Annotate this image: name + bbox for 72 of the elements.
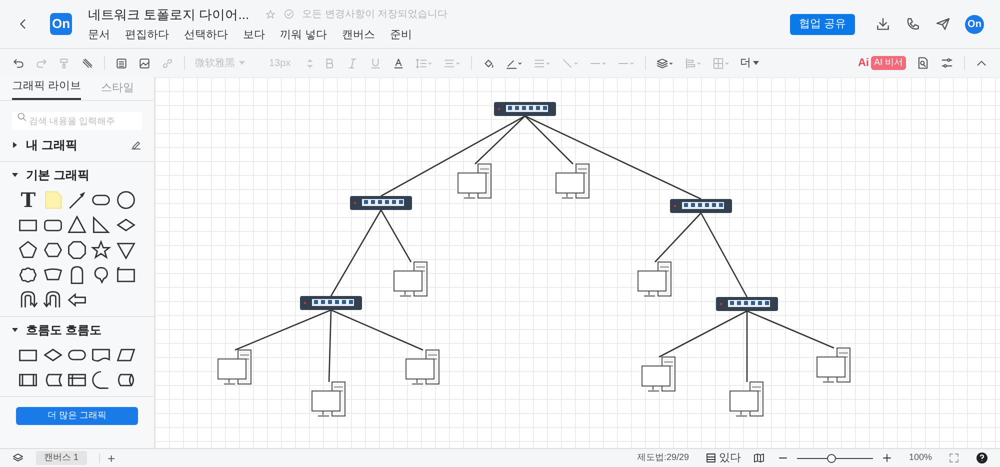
add-page-button[interactable]: +	[108, 452, 116, 464]
computer-icon	[730, 382, 764, 416]
drawing-count: 제도법:29/29	[636, 451, 689, 464]
zoom-in-icon[interactable]	[880, 452, 893, 464]
font-color-icon[interactable]	[392, 56, 405, 70]
computer-icon	[312, 382, 346, 416]
caret-icon	[753, 61, 759, 65]
computer-icon	[642, 356, 676, 392]
document-title[interactable]: 네트워크 토폴로지 다이어...	[88, 4, 250, 24]
phone-icon[interactable]	[905, 16, 921, 32]
caret-icon[interactable]	[12, 142, 18, 148]
menu-item[interactable]: 끼워 넣다	[280, 27, 328, 44]
save-status: 오든 변경사항이 저장되었습니다	[302, 8, 448, 22]
download-icon[interactable]	[875, 16, 891, 32]
search-icon	[17, 112, 27, 122]
menu-item[interactable]: 문서	[88, 27, 110, 44]
sidebar-tab[interactable]: 그래픽 라이브	[12, 78, 82, 100]
list-icon[interactable]	[704, 452, 717, 464]
pentagon-icon[interactable]	[17, 238, 40, 260]
network-switch-icon	[300, 296, 362, 310]
help-icon[interactable]	[976, 452, 988, 464]
zoom-slider[interactable]	[796, 454, 873, 462]
layers-icon[interactable]	[12, 452, 24, 464]
search-document-icon[interactable]	[916, 56, 930, 70]
user-avatar[interactable]: On	[965, 14, 984, 34]
zoom-value: 100%	[908, 451, 932, 464]
more-dropdown[interactable]: 더	[740, 54, 759, 72]
check-circle-icon	[284, 9, 294, 20]
computer-icon	[406, 350, 440, 384]
triangle-icon[interactable]	[66, 214, 88, 236]
caret-icon[interactable]	[12, 172, 18, 178]
exists-label[interactable]: 있다	[718, 450, 741, 466]
more-shapes-button[interactable]: 더 많은 그래픽	[16, 406, 138, 425]
network-switch-icon	[670, 199, 732, 213]
app-logo[interactable]: On	[50, 13, 72, 35]
star-icon[interactable]	[265, 8, 276, 20]
computer-icon	[218, 350, 252, 384]
layers-icon[interactable]	[656, 56, 674, 70]
fullscreen-icon[interactable]	[948, 452, 960, 464]
menu-item[interactable]: 편집하다	[125, 27, 169, 44]
caret-icon[interactable]	[12, 326, 18, 332]
stepper-icon	[307, 58, 313, 68]
octagon-icon[interactable]	[66, 238, 88, 260]
computer-icon	[638, 262, 672, 296]
edit-icon[interactable]	[130, 138, 142, 150]
settings-icon[interactable]	[940, 56, 954, 70]
page-tab[interactable]: 캔버스 1	[36, 451, 87, 465]
star-icon[interactable]	[90, 238, 112, 260]
send-icon[interactable]	[935, 16, 951, 32]
image-icon[interactable]	[138, 56, 151, 70]
computer-icon	[556, 164, 590, 198]
search-field[interactable]: 검색 내용을 입력해주	[12, 112, 142, 130]
menu-item[interactable]: 캔버스	[342, 27, 376, 44]
network-switch-icon	[494, 102, 556, 116]
computer-icon	[394, 262, 428, 296]
menu-item[interactable]: 준비	[390, 27, 412, 44]
menu-item[interactable]: 선택하다	[184, 27, 228, 44]
map-icon[interactable]	[752, 452, 765, 464]
section-title[interactable]: 흐름도 흐름도	[26, 320, 102, 338]
menu-item[interactable]: 보다	[243, 27, 265, 44]
undo-icon[interactable]	[12, 56, 25, 70]
computer-icon	[816, 348, 850, 382]
caret-icon	[239, 61, 245, 65]
right-triangle-icon[interactable]	[90, 214, 112, 236]
share-button[interactable]: 협업 공유	[790, 14, 855, 34]
network-switch-icon	[716, 297, 778, 311]
section-title[interactable]: 기본 그래픽	[26, 166, 90, 184]
section-title[interactable]: 내 그래픽	[26, 136, 78, 154]
computer-icon	[458, 164, 492, 198]
network-switch-icon	[350, 196, 412, 210]
text-tool[interactable]: T	[20, 190, 36, 210]
circle-icon[interactable]	[114, 188, 137, 210]
